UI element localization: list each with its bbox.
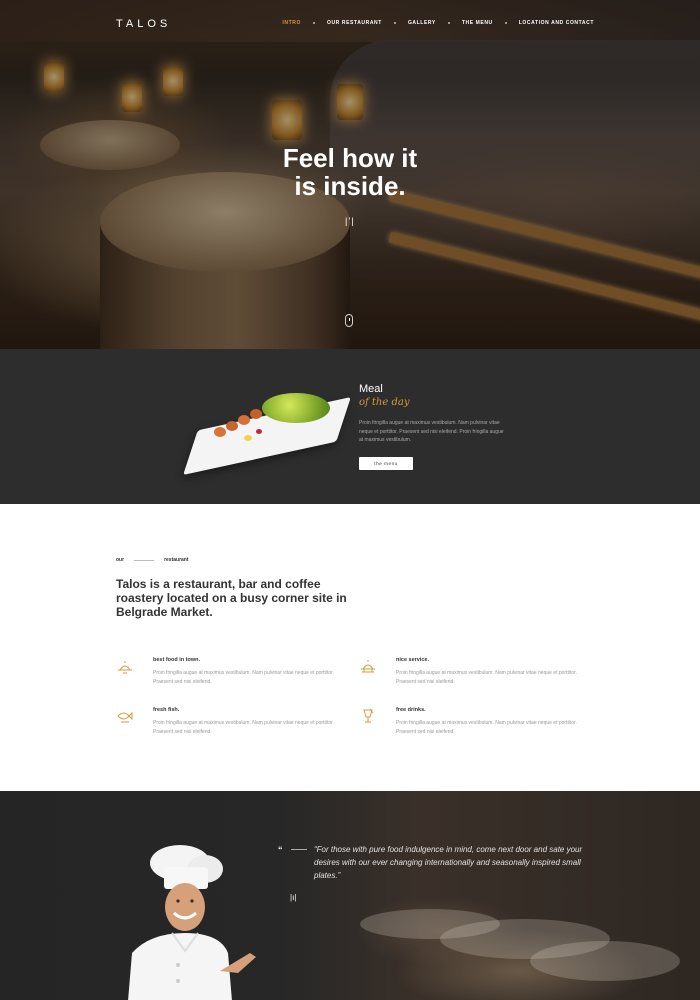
nav-item-gallery[interactable]: Gallery <box>408 20 436 26</box>
feature-text: Proin fringilla augue at maximus vestibu… <box>153 720 334 735</box>
quote-section: “ “For those with pure food indulgence i… <box>0 791 700 1000</box>
lemon-icon <box>244 435 252 441</box>
site-logo[interactable]: TALOS <box>116 18 171 30</box>
hero-title: Feel how it is inside. <box>0 144 700 200</box>
nav-separator <box>393 22 396 24</box>
nav-item-location-contact[interactable]: Location and contact <box>519 20 594 26</box>
our-restaurant-section: our restaurant Talos is a restaurant, ba… <box>0 504 700 791</box>
nav-separator <box>447 22 450 24</box>
meal-subtitle: of the day <box>359 397 410 408</box>
meal-description: Proin fringilla augue at maximus vestibu… <box>359 420 504 443</box>
quote-icon: “ <box>278 845 283 855</box>
section-eyebrow: our restaurant <box>116 557 189 563</box>
nav-item-intro[interactable]: Intro <box>282 20 301 26</box>
drink-icon <box>363 708 374 723</box>
nav-separator <box>312 22 315 24</box>
eyebrow-divider <box>134 559 155 561</box>
meal-of-the-day-section: Meal of the day Proin fringilla augue at… <box>0 349 700 504</box>
feature-title: free drinks. <box>396 707 426 713</box>
salad-icon <box>262 393 330 423</box>
eyebrow-right: restaurant <box>164 557 189 563</box>
meal-title: Meal <box>359 383 383 395</box>
feature-title: fresh fish. <box>153 707 180 713</box>
hero-title-line2: is inside. <box>294 171 406 201</box>
cloche-icon <box>361 660 375 673</box>
dish-icon <box>118 661 132 674</box>
shrimp-icon <box>250 409 262 419</box>
quote-text: “For those with pure food indulgence in … <box>314 845 583 880</box>
quote-divider <box>291 849 307 850</box>
hero-signature-mark: |’| <box>345 216 355 226</box>
hero-title-line1: Feel how it <box>282 143 418 173</box>
scroll-down-icon[interactable] <box>345 314 353 327</box>
about-heading: Talos is a restaurant, bar and coffee ro… <box>116 577 347 619</box>
chef-image <box>128 845 256 1000</box>
hero-section: TALOS Intro Our restaurant Gallery The m… <box>0 0 700 349</box>
nav-item-our-restaurant[interactable]: Our restaurant <box>327 20 382 26</box>
quote-signature-mark: |ı| <box>290 893 297 902</box>
main-nav: Intro Our restaurant Gallery The menu Lo… <box>282 20 594 26</box>
feature-text: Proin fringilla augue at maximus vestibu… <box>396 720 577 735</box>
feature-title: nice service. <box>396 657 430 663</box>
shrimp-icon <box>238 415 250 425</box>
shrimp-icon <box>226 421 238 431</box>
shrimp-icon <box>214 427 226 437</box>
feature-text: Proin fringilla augue at maximus vestibu… <box>153 670 334 685</box>
nav-separator <box>504 22 507 24</box>
nav-item-the-menu[interactable]: The menu <box>462 20 493 26</box>
fish-icon <box>117 711 133 723</box>
eyebrow-left: our <box>116 557 125 563</box>
plate-icon <box>530 941 680 981</box>
tomato-icon <box>256 429 262 434</box>
feature-text: Proin fringilla augue at maximus vestibu… <box>396 670 577 685</box>
the-menu-button[interactable]: the menu <box>359 457 413 470</box>
feature-title: best food in town. <box>153 657 201 663</box>
